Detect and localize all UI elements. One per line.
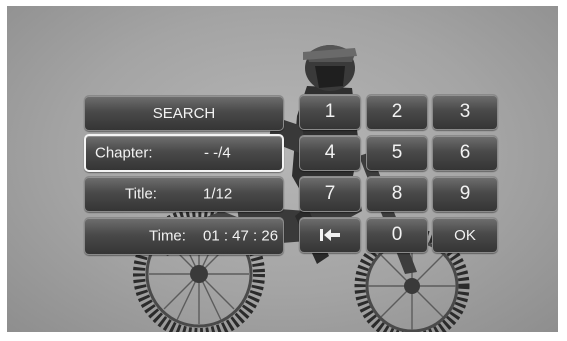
key-7-label: 7 [324,183,336,204]
chapter-value: - -/4 [204,144,231,162]
key-3[interactable]: 3 [432,94,498,130]
key-9-label: 9 [459,183,471,204]
key-2[interactable]: 2 [366,94,428,130]
key-5-label: 5 [391,142,403,163]
key-0-label: 0 [391,224,403,245]
key-8[interactable]: 8 [366,176,428,212]
backspace-arrow-icon [320,229,340,241]
helmet [303,45,357,91]
title-label: Title: [125,185,157,203]
key-7[interactable]: 7 [299,176,361,212]
search-button[interactable]: SEARCH [84,95,284,131]
ok-button[interactable]: OK [432,217,498,253]
time-field[interactable]: Time: 01 : 47 : 26 [84,217,284,255]
key-2-label: 2 [391,101,403,122]
backspace-button[interactable] [299,217,361,253]
time-label: Time: [149,227,186,245]
title-value: 1/12 [203,185,233,203]
screen: SEARCH Chapter: - -/4 Title: 1/12 Time: … [7,6,558,332]
key-5[interactable]: 5 [366,135,428,171]
key-3-label: 3 [459,101,471,122]
chapter-field[interactable]: Chapter: - -/4 [84,134,284,172]
time-value: 01 : 47 : 26 [203,227,279,245]
key-6-label: 6 [459,142,471,163]
ok-label: OK [454,226,476,244]
title-field[interactable]: Title: 1/12 [84,176,284,212]
key-4[interactable]: 4 [299,135,361,171]
key-4-label: 4 [324,142,336,163]
key-6[interactable]: 6 [432,135,498,171]
key-0[interactable]: 0 [366,217,428,253]
key-1[interactable]: 1 [299,94,361,130]
search-label: SEARCH [152,104,216,122]
key-1-label: 1 [324,101,336,122]
chapter-label: Chapter: [95,144,153,162]
key-8-label: 8 [391,183,403,204]
key-9[interactable]: 9 [432,176,498,212]
